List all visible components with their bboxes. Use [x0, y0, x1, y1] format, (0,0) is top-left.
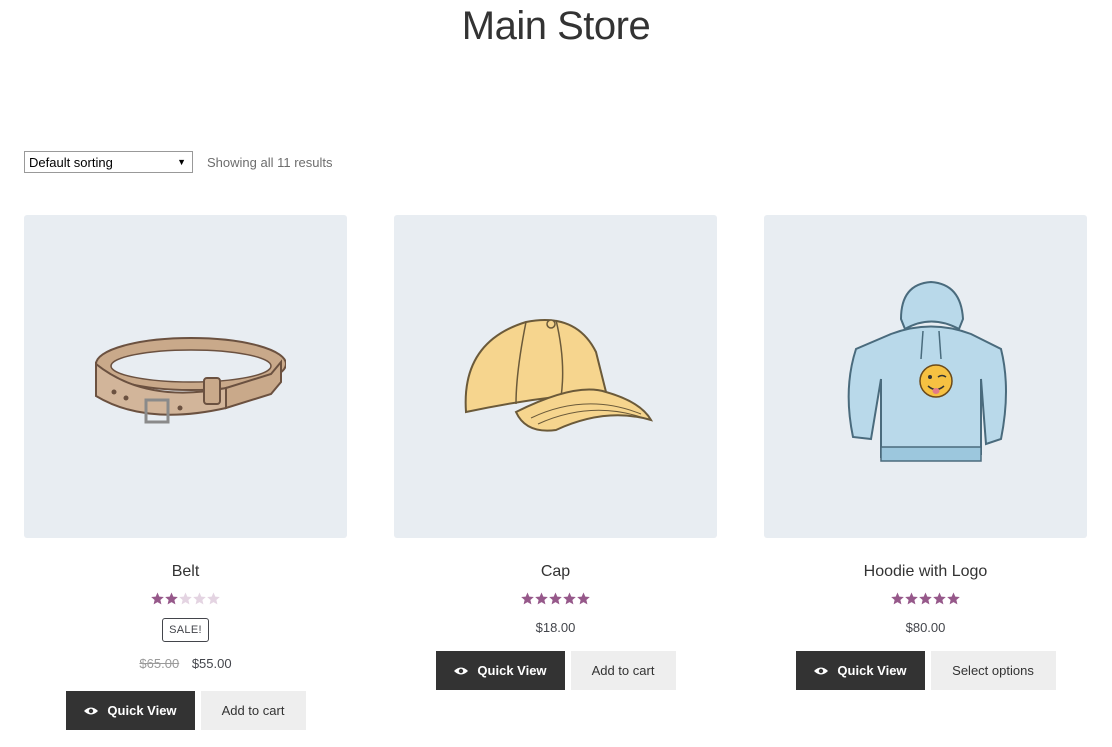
- star-filled-icon: [521, 592, 534, 605]
- star-filled-icon: [891, 592, 904, 605]
- hoodie-illustration-icon: [847, 280, 1007, 462]
- star-empty-icon: [207, 592, 220, 605]
- quick-view-label: Quick View: [837, 663, 907, 678]
- star-filled-icon: [563, 592, 576, 605]
- old-price: $65.00: [139, 656, 180, 671]
- page-title: Main Store: [461, 4, 651, 48]
- product-card-cap: Cap $18.00 Quick View Add to cart: [394, 215, 717, 690]
- star-filled-icon: [535, 592, 548, 605]
- product-image-cap[interactable]: [394, 215, 717, 538]
- sorting-select[interactable]: Default sorting ▼: [24, 151, 193, 173]
- star-rating: [24, 592, 347, 606]
- star-empty-icon: [179, 592, 192, 605]
- product-price: $18.00: [394, 620, 717, 635]
- result-count: Showing all 11 results: [207, 154, 333, 170]
- product-title[interactable]: Hoodie with Logo: [764, 563, 1087, 581]
- product-card-belt: Belt SALE! $65.00 $55.00 Quick View Add …: [24, 215, 347, 730]
- current-price: $80.00: [905, 620, 946, 635]
- add-to-cart-button[interactable]: Add to cart: [200, 691, 306, 730]
- quick-view-label: Quick View: [107, 703, 177, 718]
- star-filled-icon: [165, 592, 178, 605]
- product-image-hoodie[interactable]: [764, 215, 1087, 538]
- product-price: $65.00 $55.00: [24, 656, 347, 671]
- select-options-button[interactable]: Select options: [930, 651, 1056, 690]
- eye-icon: [453, 666, 469, 676]
- star-filled-icon: [151, 592, 164, 605]
- star-filled-icon: [919, 592, 932, 605]
- star-filled-icon: [905, 592, 918, 605]
- product-actions: Quick View Add to cart: [24, 691, 347, 730]
- product-actions: Quick View Select options: [764, 651, 1087, 690]
- product-image-belt[interactable]: [24, 215, 347, 538]
- product-title[interactable]: Belt: [24, 563, 347, 581]
- eye-icon: [83, 706, 99, 716]
- belt-illustration-icon: [94, 336, 286, 423]
- star-filled-icon: [549, 592, 562, 605]
- star-empty-icon: [193, 592, 206, 605]
- quick-view-button[interactable]: Quick View: [65, 691, 195, 730]
- star-filled-icon: [933, 592, 946, 605]
- product-title[interactable]: Cap: [394, 563, 717, 581]
- star-filled-icon: [947, 592, 960, 605]
- product-actions: Quick View Add to cart: [394, 651, 717, 690]
- chevron-down-icon: ▼: [177, 157, 186, 167]
- product-price: $80.00: [764, 620, 1087, 635]
- current-price: $55.00: [191, 656, 232, 671]
- sale-badge: SALE!: [162, 618, 209, 642]
- star-filled-icon: [577, 592, 590, 605]
- cap-illustration-icon: [464, 318, 653, 432]
- quick-view-label: Quick View: [477, 663, 547, 678]
- eye-icon: [813, 666, 829, 676]
- quick-view-button[interactable]: Quick View: [435, 651, 565, 690]
- star-rating: [394, 592, 717, 606]
- current-price: $18.00: [535, 620, 576, 635]
- product-card-hoodie: Hoodie with Logo $80.00 Quick View Selec…: [764, 215, 1087, 690]
- star-rating: [764, 592, 1087, 606]
- sorting-select-value: Default sorting: [29, 154, 113, 170]
- shop-toolbar: Default sorting ▼ Showing all 11 results: [24, 151, 333, 173]
- quick-view-button[interactable]: Quick View: [795, 651, 925, 690]
- add-to-cart-button[interactable]: Add to cart: [570, 651, 676, 690]
